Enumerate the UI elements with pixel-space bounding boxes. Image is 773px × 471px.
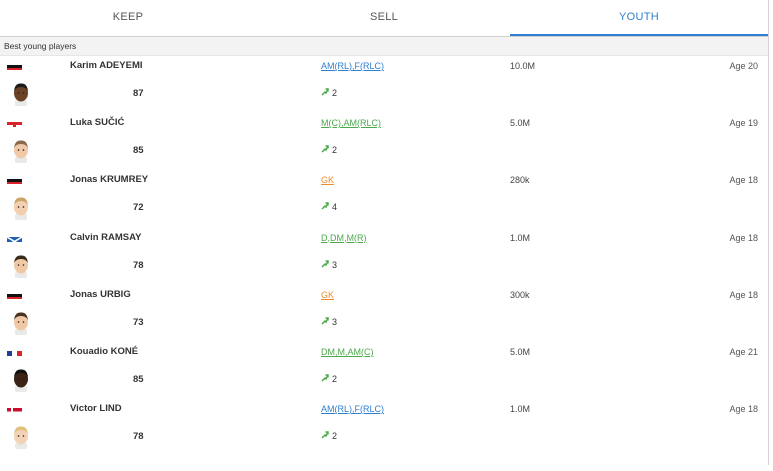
growth-value: 4 — [332, 202, 338, 213]
player-row[interactable]: Luka SUČIĆ 85 M(C),AM(RLC) 5.0M Age 19 2 — [0, 113, 768, 170]
player-age: Age 21 — [729, 346, 758, 357]
growth-indicator: 2 — [321, 145, 337, 155]
player-age: Age 18 — [729, 404, 758, 415]
growth-indicator: 3 — [321, 260, 337, 270]
player-positions[interactable]: D,DM,M(R) — [321, 233, 367, 243]
player-row[interactable]: Kouadio KONÉ 85 DM,M,AM(C) 5.0M Age 21 2 — [0, 342, 768, 399]
growth-arrow-icon — [321, 88, 329, 98]
growth-value: 3 — [332, 259, 338, 270]
player-rating: 85 — [133, 373, 144, 385]
player-age: Age 18 — [729, 232, 758, 243]
tab-youth[interactable]: YOUTH — [510, 0, 768, 34]
player-name[interactable]: Jonas KRUMREY — [70, 174, 148, 185]
player-value: 5.0M — [510, 118, 531, 129]
player-row[interactable]: Jonas URBIG 73 GK 300k Age 18 3 — [0, 285, 768, 342]
player-value: 5.0M — [510, 346, 531, 357]
player-value: 300k — [510, 289, 530, 300]
player-age: Age 18 — [729, 289, 758, 300]
growth-arrow-icon — [321, 317, 329, 327]
player-avatar — [11, 368, 31, 392]
player-row[interactable]: Calvin RAMSAY 78 D,DM,M(R) 1.0M Age 18 3 — [0, 228, 768, 285]
growth-value: 2 — [332, 373, 338, 384]
section-title: Best young players — [0, 37, 768, 56]
player-positions[interactable]: GK — [321, 290, 334, 300]
player-row[interactable]: Victor LIND 78 AM(RL),F(RLC) 1.0M Age 18 2 — [0, 399, 768, 456]
player-rating: 73 — [133, 316, 144, 328]
growth-indicator: 2 — [321, 431, 337, 441]
youth-panel: KEEP SELL YOUTH Best young players Karim… — [0, 0, 769, 465]
player-name[interactable]: Karim ADEYEMI — [70, 60, 143, 71]
player-avatar — [11, 82, 31, 106]
player-avatar — [11, 254, 31, 278]
player-name[interactable]: Calvin RAMSAY — [70, 232, 141, 243]
growth-value: 3 — [332, 316, 338, 327]
denmark-flag — [7, 404, 22, 414]
player-rating: 85 — [133, 145, 144, 157]
germany-flag — [7, 175, 22, 185]
scotland-flag — [7, 233, 22, 242]
player-positions[interactable]: GK — [321, 175, 334, 185]
tab-bar: KEEP SELL YOUTH — [0, 0, 768, 37]
player-positions[interactable]: M(C),AM(RLC) — [321, 118, 381, 128]
growth-arrow-icon — [321, 145, 329, 155]
growth-value: 2 — [332, 431, 338, 442]
active-tab-indicator — [510, 34, 768, 36]
growth-arrow-icon — [321, 202, 329, 212]
player-name[interactable]: Jonas URBIG — [70, 289, 131, 300]
player-value: 1.0M — [510, 404, 531, 415]
player-rating: 78 — [133, 259, 144, 271]
player-rating: 72 — [133, 202, 144, 214]
growth-value: 2 — [332, 145, 338, 156]
player-value: 280k — [510, 175, 530, 186]
growth-indicator: 2 — [321, 374, 337, 384]
player-row[interactable]: Jonas KRUMREY 72 GK 280k Age 18 4 — [0, 170, 768, 227]
germany-flag — [7, 61, 22, 70]
player-age: Age 19 — [729, 118, 758, 129]
player-avatar — [11, 196, 31, 221]
germany-flag — [7, 290, 22, 299]
tab-sell[interactable]: SELL — [256, 0, 512, 34]
growth-value: 2 — [332, 88, 338, 98]
player-avatar — [11, 139, 31, 164]
growth-indicator: 2 — [321, 88, 337, 98]
player-avatar — [11, 311, 31, 335]
player-rating: 87 — [133, 88, 144, 99]
growth-arrow-icon — [321, 374, 329, 384]
player-avatar — [11, 425, 31, 450]
player-positions[interactable]: AM(RL),F(RLC) — [321, 61, 384, 71]
player-row[interactable]: Karim ADEYEMI 87 AM(RL),F(RLC) 10.0M Age 20 2 — [0, 56, 768, 113]
tab-keep[interactable]: KEEP — [0, 0, 256, 34]
france-flag — [7, 347, 22, 356]
player-name[interactable]: Kouadio KONÉ — [70, 346, 138, 357]
player-rating: 78 — [133, 431, 144, 443]
player-name[interactable]: Victor LIND — [70, 403, 122, 414]
player-list: Karim ADEYEMI 87 AM(RL),F(RLC) 10.0M Age 20 2… — [0, 56, 768, 456]
growth-indicator: 4 — [321, 202, 337, 212]
growth-arrow-icon — [321, 259, 329, 270]
player-age: Age 20 — [729, 61, 758, 71]
player-positions[interactable]: AM(RL),F(RLC) — [321, 404, 384, 414]
player-value: 10.0M — [510, 61, 536, 71]
player-value: 1.0M — [510, 232, 531, 243]
player-age: Age 18 — [729, 175, 758, 186]
player-name[interactable]: Luka SUČIĆ — [70, 117, 124, 128]
growth-indicator: 3 — [321, 317, 337, 327]
croatia-flag — [7, 118, 22, 128]
player-positions[interactable]: DM,M,AM(C) — [321, 347, 374, 357]
growth-arrow-icon — [321, 431, 329, 441]
